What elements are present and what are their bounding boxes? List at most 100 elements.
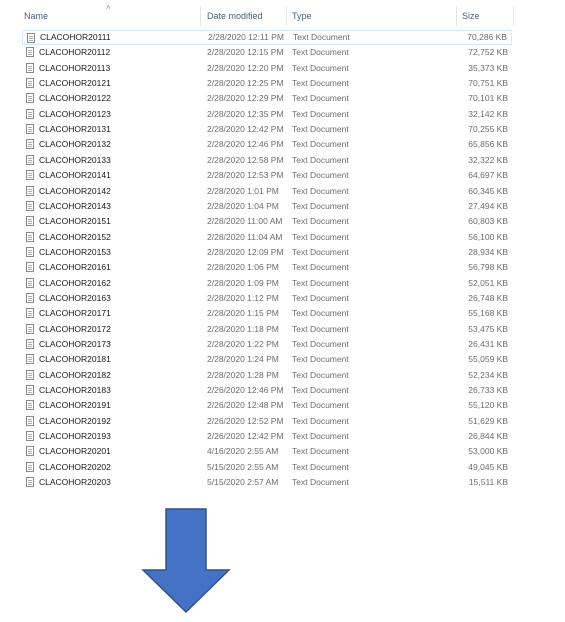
column-divider[interactable]: [456, 6, 457, 26]
file-date-modified: 2/28/2020 1:01 PM: [207, 185, 279, 196]
file-row[interactable]: CLACOHOR20181 2/28/2020 1:24 PM Text Docum…: [22, 352, 512, 367]
file-name: CLACOHOR20131: [39, 124, 111, 135]
file-date-modified: 2/28/2020 1:24 PM: [207, 354, 279, 365]
file-row[interactable]: CLACOHOR20183 2/26/2020 12:46 PM Text Docu…: [22, 383, 512, 398]
file-row[interactable]: CLACOHOR20203 5/15/2020 2:57 AM Text Docum…: [22, 475, 512, 490]
file-size: 55,168 KB: [468, 308, 508, 319]
file-row[interactable]: CLACOHOR20133 2/28/2020 12:58 PM Text Docu…: [22, 153, 512, 168]
text-document-icon: [26, 292, 34, 303]
file-row[interactable]: CLACOHOR20123 2/28/2020 12:35 PM Text Docu…: [22, 107, 512, 122]
file-type: Text Document: [292, 124, 349, 135]
file-name: CLACOHOR20111: [40, 32, 111, 42]
file-row[interactable]: CLACOHOR20122 2/28/2020 12:29 PM Text Docu…: [22, 91, 512, 106]
file-name: CLACOHOR20193: [39, 431, 111, 442]
text-document-icon: [26, 308, 34, 319]
file-row[interactable]: CLACOHOR20143 2/28/2020 1:04 PM Text Docum…: [22, 199, 512, 214]
text-document-icon: [26, 246, 34, 257]
file-name: CLACOHOR20182: [39, 369, 111, 380]
column-header-date-modified[interactable]: Date modified: [207, 6, 285, 26]
file-date-modified: 2/28/2020 1:15 PM: [207, 308, 279, 319]
text-document-icon: [26, 154, 34, 165]
file-row[interactable]: CLACOHOR20193 2/26/2020 12:42 PM Text Docu…: [22, 429, 512, 444]
file-name: CLACOHOR20141: [39, 170, 111, 181]
file-size: 26,733 KB: [468, 385, 508, 396]
file-type: Text Document: [292, 339, 349, 349]
file-date-modified: 2/28/2020 1:18 PM: [207, 323, 279, 334]
file-size: 60,803 KB: [468, 216, 508, 227]
file-name: CLACOHOR20163: [39, 292, 111, 303]
file-row[interactable]: CLACOHOR20141 2/28/2020 12:53 PM Text Docu…: [22, 168, 512, 183]
file-row[interactable]: CLACOHOR20151 2/28/2020 11:00 AM Text Docu…: [22, 214, 512, 229]
file-name: CLACOHOR20123: [39, 108, 111, 119]
text-document-icon: [26, 200, 34, 211]
file-type: Text Document: [292, 200, 349, 211]
file-row[interactable]: CLACOHOR20121 2/28/2020 12:25 PM Text Docu…: [22, 76, 512, 91]
file-row[interactable]: CLACOHOR20172 2/28/2020 1:18 PM Text Docum…: [22, 322, 512, 337]
file-size: 56,798 KB: [468, 262, 508, 273]
file-row[interactable]: CLACOHOR20182 2/28/2020 1:28 PM Text Docum…: [22, 368, 512, 383]
file-row[interactable]: CLACOHOR20202 5/15/2020 2:55 AM Text Docum…: [22, 460, 512, 475]
file-row[interactable]: CLACOHOR20173 2/28/2020 1:22 PM Text Docum…: [22, 337, 512, 352]
file-date-modified: 2/26/2020 12:42 PM: [207, 431, 284, 442]
column-header-type[interactable]: Type: [292, 6, 452, 26]
file-type: Text Document: [292, 47, 349, 58]
file-name: CLACOHOR20132: [39, 139, 111, 150]
file-date-modified: 2/28/2020 12:25 PM: [207, 78, 284, 89]
text-document-icon: [26, 354, 34, 365]
file-name: CLACOHOR20191: [39, 400, 111, 411]
file-date-modified: 2/28/2020 1:09 PM: [207, 277, 279, 288]
text-document-icon: [26, 415, 34, 426]
file-date-modified: 2/28/2020 12:46 PM: [207, 139, 284, 150]
file-row[interactable]: CLACOHOR20132 2/28/2020 12:46 PM Text Docu…: [22, 137, 512, 152]
file-date-modified: 2/26/2020 12:52 PM: [207, 415, 284, 426]
file-type: Text Document: [292, 185, 349, 196]
file-row[interactable]: CLACOHOR20192 2/26/2020 12:52 PM Text Docu…: [22, 414, 512, 429]
file-date-modified: 2/28/2020 12:15 PM: [207, 47, 284, 58]
column-divider[interactable]: [286, 6, 287, 26]
text-document-icon: [26, 78, 34, 89]
file-date-modified: 2/28/2020 12:09 PM: [207, 246, 284, 257]
file-type: Text Document: [292, 415, 349, 426]
text-document-icon: [26, 231, 34, 242]
text-document-icon: [26, 216, 34, 227]
column-divider[interactable]: [513, 6, 514, 26]
file-date-modified: 2/28/2020 1:04 PM: [207, 200, 279, 211]
file-row[interactable]: CLACOHOR20153 2/28/2020 12:09 PM Text Docu…: [22, 245, 512, 260]
file-row[interactable]: CLACOHOR20152 2/28/2020 11:04 AM Text Docu…: [22, 230, 512, 245]
text-document-icon: [26, 369, 34, 380]
file-row[interactable]: CLACOHOR20111 2/28/2020 12:11 PM Text Docu…: [22, 30, 512, 45]
file-type: Text Document: [292, 93, 349, 104]
file-name: CLACOHOR20133: [39, 154, 111, 165]
file-size: 26,844 KB: [468, 431, 508, 442]
file-row[interactable]: CLACOHOR20171 2/28/2020 1:15 PM Text Docum…: [22, 306, 512, 321]
file-date-modified: 2/28/2020 12:20 PM: [207, 62, 284, 73]
file-name: CLACOHOR20151: [39, 216, 111, 227]
file-row[interactable]: CLACOHOR20131 2/28/2020 12:42 PM Text Docu…: [22, 122, 512, 137]
file-size: 28,934 KB: [468, 246, 508, 257]
text-document-icon: [26, 339, 34, 349]
file-row[interactable]: CLACOHOR20162 2/28/2020 1:09 PM Text Docum…: [22, 276, 512, 291]
column-header-size[interactable]: Size: [462, 6, 512, 26]
file-date-modified: 2/28/2020 12:11 PM: [208, 32, 284, 42]
file-name: CLACOHOR20162: [39, 277, 111, 288]
file-size: 60,345 KB: [468, 185, 508, 196]
file-row[interactable]: CLACOHOR20113 2/28/2020 12:20 PM Text Docu…: [22, 61, 512, 76]
file-size: 53,000 KB: [468, 446, 508, 457]
column-divider[interactable]: [200, 6, 201, 26]
file-row[interactable]: CLACOHOR20191 2/26/2020 12:48 PM Text Docu…: [22, 398, 512, 413]
file-row[interactable]: CLACOHOR20112 2/28/2020 12:15 PM Text Docu…: [22, 45, 512, 60]
file-date-modified: 2/28/2020 1:12 PM: [207, 292, 279, 303]
file-size: 32,322 KB: [468, 154, 508, 165]
file-type: Text Document: [292, 308, 349, 319]
file-row[interactable]: CLACOHOR20163 2/28/2020 1:12 PM Text Docum…: [22, 291, 512, 306]
file-type: Text Document: [292, 78, 349, 89]
file-row[interactable]: CLACOHOR20161 2/28/2020 1:06 PM Text Docum…: [22, 260, 512, 275]
file-date-modified: 2/28/2020 12:53 PM: [207, 170, 284, 181]
file-row[interactable]: CLACOHOR20201 4/16/2020 2:55 AM Text Docum…: [22, 444, 512, 459]
file-name: CLACOHOR20152: [39, 231, 111, 242]
file-type: Text Document: [292, 477, 349, 488]
file-type: Text Document: [292, 461, 349, 472]
column-header-name[interactable]: Name: [24, 6, 199, 26]
file-row[interactable]: CLACOHOR20142 2/28/2020 1:01 PM Text Docum…: [22, 184, 512, 199]
file-size: 70,751 KB: [468, 78, 508, 89]
